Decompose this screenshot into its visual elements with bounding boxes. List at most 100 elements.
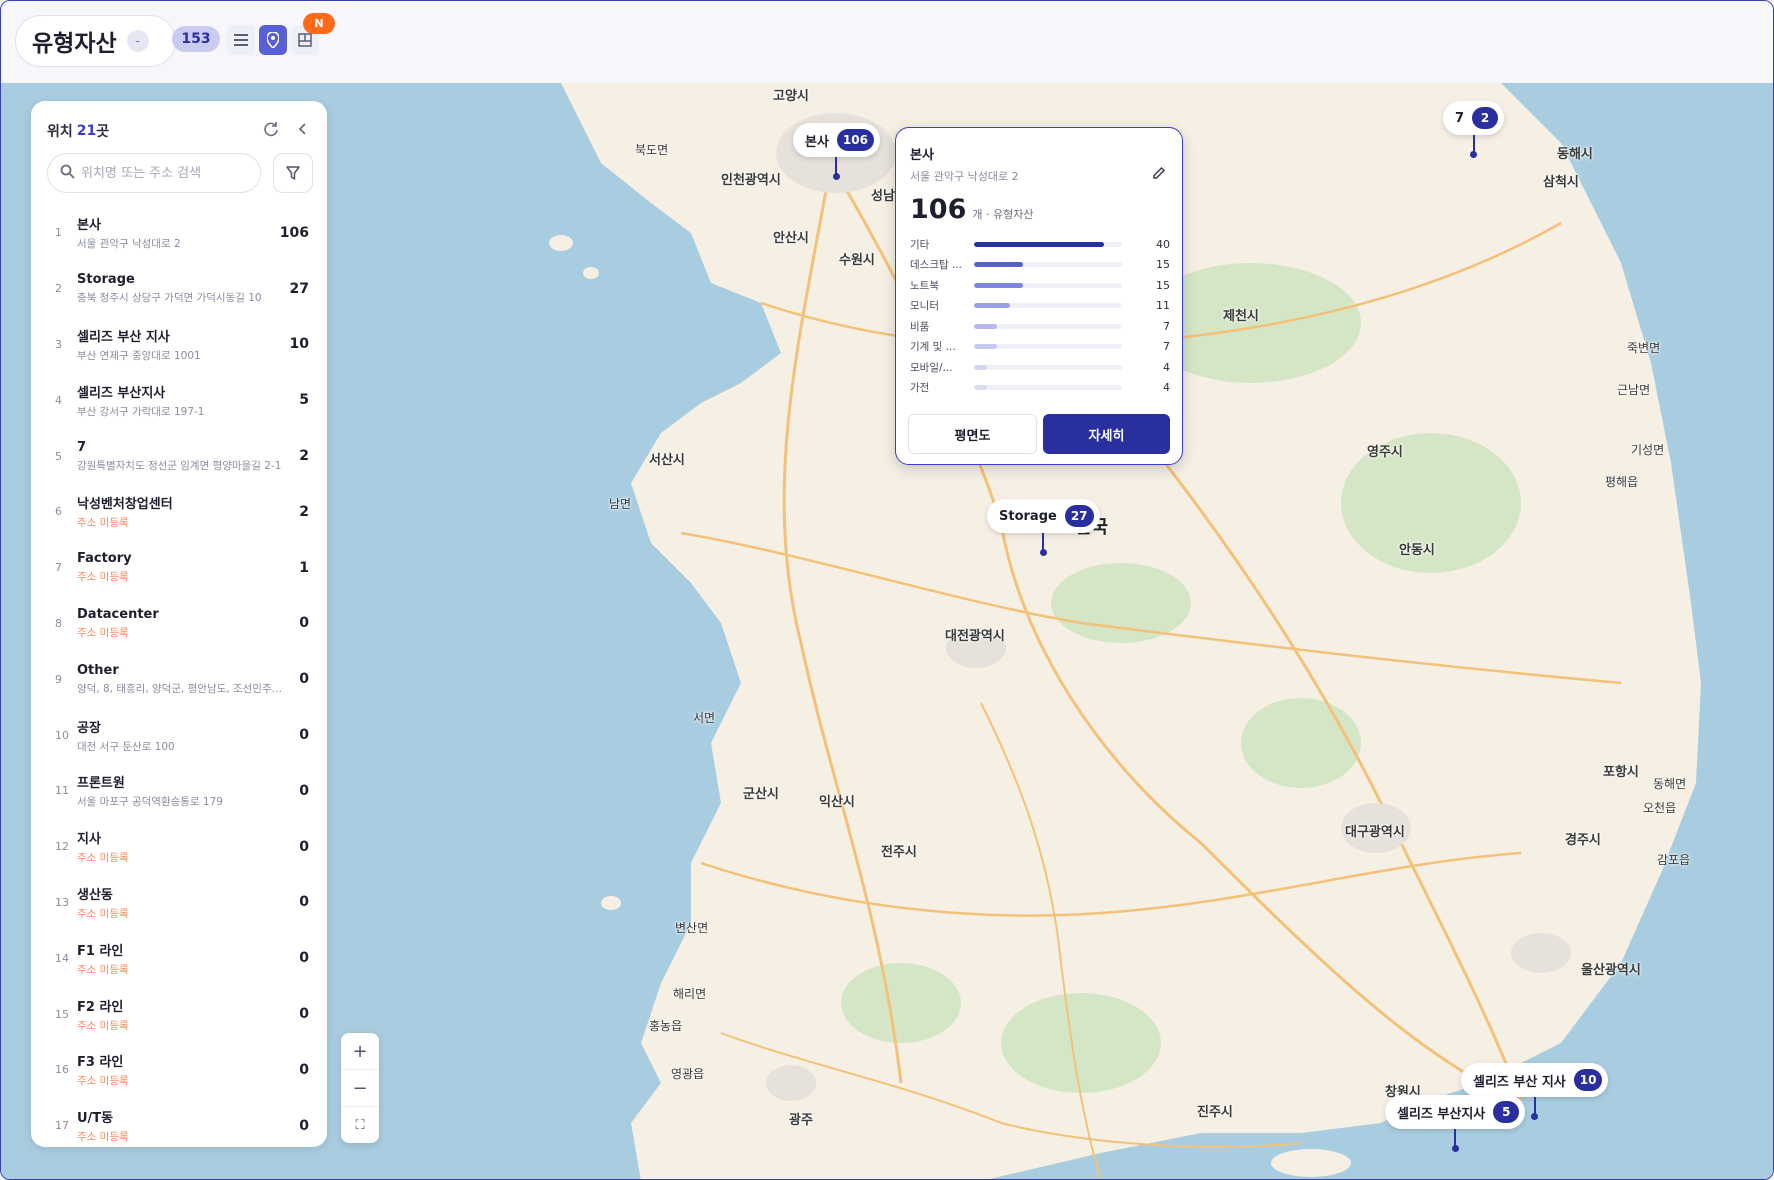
place-label: 오천읍 [1643, 801, 1677, 815]
location-asset-count: 2 [299, 503, 309, 520]
place-label: 수원시 [839, 253, 875, 268]
panel-actions [263, 121, 311, 141]
filter-button[interactable] [273, 153, 313, 193]
place-label: 성남 [871, 189, 895, 204]
fullscreen-button[interactable]: ⛶ [341, 1107, 379, 1143]
item-info: 낙성벤처창업센터 주소 미등록 [77, 493, 289, 530]
location-list-item[interactable]: 9 Other 양덕, 8, 태흥리, 양덕군, 평안남도, 조선민주주... 0 [31, 651, 327, 707]
location-address: 주소 미등록 [77, 1075, 129, 1088]
list-icon[interactable] [227, 25, 255, 55]
zoom-in-button[interactable]: + [341, 1033, 379, 1070]
location-name: 지사 [77, 832, 101, 848]
item-index: 4 [55, 393, 62, 407]
location-list-item[interactable]: 13 생산동 주소 미등록 0 [31, 875, 327, 931]
category-bar-fill [974, 364, 988, 370]
location-marker-storage[interactable]: Storage 27 [987, 499, 1100, 556]
location-asset-count: 27 [289, 280, 309, 297]
location-list-item[interactable]: 1 본사 서울 관악구 낙성대로 2 106 [31, 205, 327, 261]
location-popup: 본사 서울 관악구 낙성대로 2 106 개 · 유형자산 기타 40 데스크탑 .… [895, 127, 1183, 465]
location-list-item[interactable]: 14 F1 라인 주소 미등록 0 [31, 930, 327, 986]
item-index: 8 [55, 616, 62, 630]
category-bar-fill [974, 323, 997, 329]
location-marker-busan-office[interactable]: 셀리즈 부산지사 5 [1385, 1095, 1526, 1152]
place-label: 북도면 [635, 143, 669, 157]
location-list-item[interactable]: 2 Storage 충북 청주시 상당구 가덕면 가덕시동길 10 27 [31, 261, 327, 317]
dropdown-toggle[interactable]: - [126, 30, 149, 52]
refresh-icon[interactable] [263, 121, 279, 141]
location-list-item[interactable]: 15 F2 라인 주소 미등록 0 [31, 986, 327, 1042]
top-header: 유형자산 - 153 N [1, 1, 1773, 83]
page-title: 유형자산 [32, 31, 117, 57]
place-label: 서면 [693, 711, 716, 725]
search-input[interactable] [81, 165, 251, 181]
location-list-item[interactable]: 16 F3 라인 주소 미등록 0 [31, 1042, 327, 1098]
floorplan-button[interactable]: 평면도 [908, 414, 1037, 454]
category-value: 15 [1156, 278, 1170, 292]
location-address: 주소 미등록 [77, 626, 129, 639]
location-list-item[interactable]: 5 7 강원특별자치도 정선군 임계면 평양마을길 2-1 2 [31, 428, 327, 484]
map-pin-icon[interactable] [259, 25, 287, 55]
location-list-item[interactable]: 7 Factory 주소 미등록 1 [31, 540, 327, 596]
place-label: 경주시 [1565, 833, 1601, 848]
place-label: 포항시 [1603, 765, 1639, 780]
place-label: 안산시 [773, 231, 809, 246]
marker-bubble[interactable]: 본사 106 [793, 123, 880, 157]
item-index: 12 [55, 840, 69, 854]
collapse-icon[interactable] [295, 121, 311, 141]
location-address: 주소 미등록 [77, 963, 129, 976]
edit-icon[interactable] [1152, 166, 1166, 184]
place-label: 영주시 [1367, 445, 1403, 460]
category-row: 기타 40 [910, 234, 1170, 255]
category-name: 모니터 [910, 300, 939, 313]
location-list-item[interactable]: 12 지사 주소 미등록 0 [31, 819, 327, 875]
category-name: 가전 [910, 382, 930, 394]
place-label: 평해읍 [1605, 475, 1639, 489]
mountain-area [1241, 698, 1361, 788]
category-row: 비품 7 [910, 316, 1170, 337]
location-name: F1 라인 [77, 943, 124, 959]
location-list-item[interactable]: 4 셀리즈 부산지사 부산 강서구 가락대로 197-1 5 [31, 372, 327, 428]
place-label: 감포읍 [1657, 853, 1691, 867]
location-address: 대전 서구 둔산로 100 [77, 740, 175, 753]
location-list-item[interactable]: 17 U/T동 주소 미등록 0 [31, 1098, 327, 1147]
location-marker-hq[interactable]: 본사 106 [793, 123, 880, 180]
marker-bubble[interactable]: 셀리즈 부산지사 5 [1385, 1095, 1526, 1129]
asset-type-selector[interactable]: 유형자산 - [15, 15, 176, 67]
zoom-out-button[interactable]: − [341, 1070, 379, 1107]
location-list-item[interactable]: 3 셀리즈 부산 지사 부산 연제구 중앙대로 1001 10 [31, 317, 327, 373]
location-list-item[interactable]: 6 낙성벤처창업센터 주소 미등록 2 [31, 484, 327, 540]
location-asset-count: 0 [299, 950, 309, 967]
total-unit: 개 · 유형자산 [972, 208, 1034, 221]
popup-address: 서울 관악구 낙성대로 2 [910, 170, 1019, 183]
location-asset-count: 10 [289, 336, 309, 353]
detail-button[interactable]: 자세히 [1043, 414, 1170, 454]
category-bar-fill [974, 282, 1023, 288]
location-address: 부산 강서구 가락대로 197-1 [77, 405, 205, 418]
panel-label: 위치 [47, 124, 73, 140]
location-list-item[interactable]: 11 프론트원 서울 마포구 공덕역환승통로 179 0 [31, 763, 327, 819]
marker-bubble[interactable]: 셀리즈 부산 지사 10 [1461, 1063, 1609, 1097]
location-marker-7[interactable]: 7 2 [1443, 101, 1505, 158]
location-list-item[interactable]: 8 Datacenter 주소 미등록 0 [31, 596, 327, 652]
location-asset-count: 0 [299, 727, 309, 744]
location-asset-count: 5 [299, 392, 309, 409]
category-breakdown: 기타 40 데스크탑 ... 15 노트북 15 모니터 11 비품 7 기계 및 ... 7 모바일/… [910, 234, 1170, 394]
location-address: 강원특별자치도 정선군 임계면 평양마을길 2-1 [77, 459, 282, 472]
item-info: Factory 주소 미등록 [77, 551, 289, 584]
island [549, 235, 573, 251]
popup-actions: 평면도 자세히 [908, 414, 1170, 454]
marker-bubble[interactable]: Storage 27 [987, 499, 1100, 533]
location-name: 셀리즈 부산 지사 [77, 329, 170, 345]
category-row: 모니터 11 [910, 296, 1170, 317]
location-address: 주소 미등록 [77, 907, 129, 920]
category-value: 4 [1163, 360, 1170, 374]
location-list-item[interactable]: 10 공장 대전 서구 둔산로 100 0 [31, 707, 327, 763]
location-address: 주소 미등록 [77, 852, 129, 865]
total-count: 106 [910, 194, 967, 225]
location-name: Other [77, 662, 119, 678]
location-asset-count: 0 [299, 1006, 309, 1023]
marker-bubble[interactable]: 7 2 [1443, 101, 1505, 135]
marker-dot [1451, 1145, 1459, 1152]
location-name: Factory [77, 551, 132, 567]
category-value: 7 [1163, 319, 1170, 333]
